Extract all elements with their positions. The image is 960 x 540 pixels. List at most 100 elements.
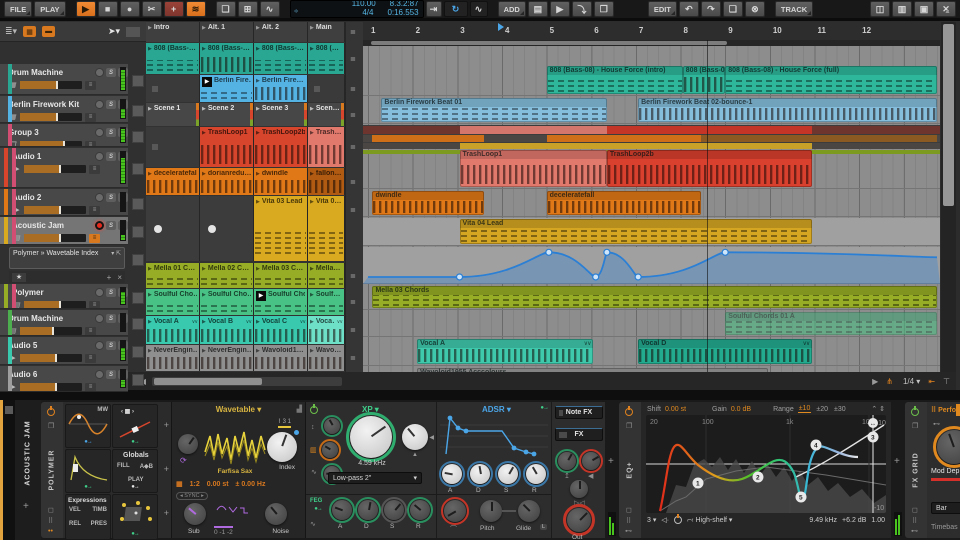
clip-record-button[interactable] (154, 225, 162, 233)
clip-cell[interactable]: ▶TrashLoop2b (254, 127, 308, 167)
volume-slider[interactable] (24, 165, 86, 173)
track-crossfade-button[interactable] (132, 163, 144, 175)
filter-spread-knob[interactable] (324, 418, 340, 434)
amp-env-dropdown[interactable]: ADSR ▾ (482, 405, 511, 414)
band-count-dropdown[interactable]: 3 ▾ (647, 516, 656, 524)
arranger-clip[interactable]: Mella 03 Chords (372, 286, 937, 308)
arranger-clip[interactable]: Soulful Chords 01 A (725, 312, 937, 335)
eq-expand-icon[interactable]: ⊷ (625, 527, 632, 535)
filter-type-dropdown[interactable]: XP ▾ (362, 405, 379, 414)
clip-cell[interactable]: ▶808 (Bass-… (254, 43, 308, 74)
clip-cell[interactable]: ▶Wavo… (308, 345, 345, 371)
track-header-group[interactable]: Group 3SM❐≡ (0, 124, 128, 147)
band-gain-value[interactable]: +6.2 dB (842, 517, 866, 524)
track-crossfade-button[interactable] (132, 346, 144, 358)
track-header-audio6[interactable]: Audio 6SM▶≡ (0, 366, 128, 392)
voices-knob[interactable] (570, 480, 588, 498)
fine-value[interactable]: ± 0.00 Hz (236, 481, 266, 488)
polymer-remote-icon[interactable]: ⠿ (48, 517, 53, 525)
mod-route-icon[interactable]: ●→ (84, 439, 92, 445)
noise-knob[interactable] (265, 503, 287, 525)
clip-cell[interactable]: ▶dorianredu… (200, 168, 254, 195)
scene-header-1[interactable]: ▶Intro (146, 22, 200, 42)
mod-route-icon[interactable]: ●→ (131, 439, 139, 445)
track-header-drum2[interactable]: Drum MachineSM▤≡ (0, 310, 128, 336)
filter-keytrack-knob[interactable] (322, 442, 338, 458)
clip-cell[interactable]: ▶Vita 0… (308, 196, 345, 261)
record-arm-button[interactable] (95, 314, 104, 323)
loop-toggle[interactable]: ↻ (444, 1, 468, 17)
clip-cell[interactable]: ▶808 (… (308, 43, 345, 74)
arranger-clip[interactable]: deceleratefall (547, 191, 701, 215)
clip-launcher-record-icon[interactable]: ❏ (216, 1, 236, 17)
record-arm-button[interactable] (95, 193, 104, 202)
eq-spectrum-display[interactable]: 201001k10k +10-10 1 2 5 4 3 ↔ (646, 415, 886, 513)
record-arm-button[interactable] (95, 152, 104, 161)
chain-dropdown-icon[interactable]: ▾ ⇱ (111, 250, 121, 258)
arranger-clip[interactable]: Berlin Firework Beat 01 (381, 98, 606, 122)
track-menu-button[interactable]: ≡ (89, 206, 100, 215)
ratio-value[interactable]: 1:2 (190, 481, 200, 488)
sub-octave-selector[interactable]: 0 -1 -2 (214, 526, 233, 536)
volume-slider[interactable] (20, 327, 82, 335)
add-device-icon[interactable]: + (894, 456, 900, 467)
oscillator-type-dropdown[interactable]: Wavetable ▾ (172, 405, 305, 414)
range-20-option[interactable]: ±20 (815, 406, 829, 413)
clip-cell[interactable]: ▶Voca…∨∨ (308, 316, 345, 344)
clip-stop-button[interactable] (152, 144, 158, 150)
track-menu-button[interactable]: ≡ (85, 141, 96, 148)
arranger-clip[interactable]: Vita 04 Lead (460, 219, 813, 244)
scene-queue-icon[interactable]: ≣ (350, 178, 356, 186)
clip-cell[interactable]: ▶Vita 03 Lead (254, 196, 308, 261)
scene-queue-icon[interactable]: ≣ (350, 143, 356, 151)
wavetable-name[interactable]: Farfisa Sax (204, 468, 266, 475)
clip-cell[interactable]: ▶Wavoloid1… (254, 345, 308, 371)
arranger-clip[interactable]: dwindle (372, 191, 484, 215)
unison-voices-selector[interactable]: ⌇ 3 1 (278, 418, 291, 428)
clip-cell[interactable]: ▶Vocal C∨∨ (254, 316, 308, 344)
record-arm-button[interactable] (95, 68, 104, 77)
sub-wave-icons[interactable] (216, 504, 250, 520)
scene-queue-icon[interactable]: ≣ (350, 326, 356, 334)
clip-cell[interactable]: ▶dwindle (254, 168, 308, 195)
launcher-cell[interactable] (146, 127, 200, 167)
track-header-audio5[interactable]: Audio 5SM▶≡ (0, 337, 128, 365)
solo-button[interactable]: S (106, 370, 116, 379)
clip-stop-button[interactable] (152, 86, 158, 92)
wavetable-waveform-display[interactable] (204, 426, 266, 468)
play-start-marker[interactable] (498, 23, 504, 31)
volume-slider[interactable] (20, 81, 82, 89)
resonance-knob[interactable] (402, 424, 428, 450)
dual-display-button[interactable]: ◫ (870, 1, 890, 17)
track-menu-button[interactable]: ≡ (89, 165, 100, 174)
clip-cell[interactable]: ▶deceleratefall (146, 168, 200, 195)
play-button[interactable]: ▶ (76, 1, 96, 17)
polymer-window-icon[interactable]: ◻ (48, 506, 54, 514)
glide-knob[interactable] (518, 500, 540, 522)
polymer-preset-icon[interactable]: ❐ (48, 422, 54, 430)
clip-cell[interactable]: Berlin Fire…▶ (200, 75, 254, 102)
filter-route-icon[interactable]: ◀ (429, 434, 434, 441)
magnet-icon[interactable]: ⊤ (943, 377, 950, 386)
add-modulator-icon[interactable]: + (164, 420, 169, 430)
mod-route-icon[interactable]: ●→ (84, 484, 92, 490)
overdub-button[interactable]: + (164, 1, 184, 17)
device-chain-selector[interactable]: Polymer » Wavetable Index▾ ⇱ (9, 247, 125, 269)
out-knob[interactable] (567, 508, 591, 532)
duplicate-button[interactable]: ❏ (723, 1, 743, 17)
clip-cell[interactable]: ▶Mella… (308, 263, 345, 288)
record-arm-button[interactable] (95, 221, 104, 230)
pitch-bend-knob[interactable] (444, 500, 466, 522)
arrange-view-button[interactable]: ▣ (914, 1, 934, 17)
adaptive-grid-icon[interactable]: ⇤ (928, 377, 935, 386)
add-modulator-icon[interactable]: + (164, 464, 169, 474)
arranger-clip[interactable]: Berlin Firework Beat 02-bounce-1 (638, 98, 937, 122)
volume-slider[interactable] (24, 206, 86, 214)
env-route-icon[interactable]: ●→ (540, 405, 548, 411)
mixer-view-button[interactable]: ▥ (892, 1, 912, 17)
fxgrid-macro-knob[interactable] (937, 430, 960, 464)
solo-button[interactable]: S (106, 100, 116, 109)
stop-clips-icon[interactable]: ▬ (42, 26, 55, 37)
fxgrid-power-icon[interactable] (911, 408, 919, 416)
volume-slider[interactable] (20, 383, 82, 391)
